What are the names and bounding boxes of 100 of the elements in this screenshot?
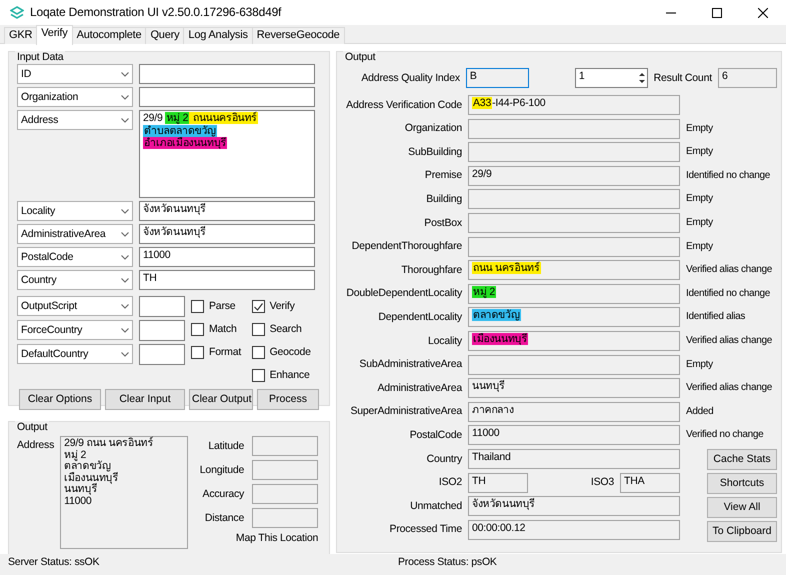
checkbox[interactable] bbox=[191, 346, 204, 359]
field-label: Thoroughfare bbox=[400, 264, 462, 276]
highlighted-text: ตำบลตลาดขวัญ bbox=[143, 124, 218, 137]
status-text: Empty bbox=[686, 216, 714, 229]
spinner-field[interactable]: 1 bbox=[574, 68, 648, 88]
status-text: Identified no change bbox=[686, 170, 772, 182]
dropdown[interactable]: ID bbox=[17, 64, 133, 84]
side-button[interactable]: Cache Stats bbox=[707, 448, 777, 470]
field-label: Premise bbox=[424, 169, 462, 182]
field-label: Result Count bbox=[654, 72, 712, 84]
field-label: Unmatched bbox=[409, 500, 462, 512]
action-button[interactable]: Clear Input bbox=[105, 389, 185, 410]
tab[interactable]: GKR bbox=[4, 27, 38, 44]
text-field[interactable] bbox=[139, 64, 315, 84]
status-text: Empty bbox=[686, 122, 714, 135]
field-label: Processed Time bbox=[388, 523, 462, 536]
highlighted-text: หมู่ 2 bbox=[472, 286, 496, 298]
chevron-down-icon bbox=[121, 208, 129, 214]
field-text: -I44-P6-100 bbox=[492, 97, 546, 109]
side-button[interactable]: View All bbox=[707, 496, 777, 518]
maximize-icon bbox=[712, 8, 722, 18]
text-field[interactable]: จังหวัดนนทบุรี bbox=[139, 201, 315, 221]
field-text: จังหวัดนนทบุรี bbox=[472, 498, 536, 510]
checkbox[interactable] bbox=[252, 369, 265, 382]
dropdown[interactable]: ForceCountry bbox=[17, 320, 133, 340]
field-label: DoubleDependentLocality bbox=[345, 287, 462, 300]
output-address: 29/9 ถนน นครอินทร์ หมู่ 2 ตลาดขวัญ เมืองนนทบุรี นนทบุรี 11000 bbox=[60, 436, 188, 549]
highlighted-text: ถนนนครอินทร์ bbox=[189, 112, 258, 124]
group-title: Output bbox=[15, 421, 50, 434]
chevron-down-icon bbox=[121, 304, 129, 308]
checkbox-label: Parse bbox=[209, 300, 236, 313]
field-label: PostBox bbox=[423, 216, 462, 230]
checkbox[interactable] bbox=[191, 323, 204, 336]
map-link[interactable]: Map This Location bbox=[236, 532, 318, 545]
dropdown[interactable]: OutputScript bbox=[17, 296, 133, 316]
checkbox[interactable] bbox=[252, 300, 265, 313]
chevron-down-icon bbox=[121, 118, 129, 122]
action-button[interactable]: Process bbox=[257, 389, 319, 410]
status-text: Empty bbox=[686, 146, 714, 158]
checkbox[interactable] bbox=[191, 300, 204, 313]
dropdown[interactable]: Address bbox=[17, 110, 133, 130]
dropdown[interactable]: AdministrativeArea bbox=[17, 224, 133, 244]
action-button[interactable]: Clear Options bbox=[19, 389, 101, 410]
status-text: Verified alias change bbox=[686, 382, 773, 394]
process-status: Process Status: psOK bbox=[398, 556, 497, 568]
chevron-down-icon bbox=[121, 352, 129, 356]
text-field[interactable]: TH bbox=[139, 270, 315, 290]
checkbox-label: Format bbox=[209, 346, 242, 359]
highlighted-text: ถนน นครอินทร์ bbox=[472, 262, 541, 274]
output-field: B bbox=[466, 68, 529, 88]
action-button[interactable]: Clear Output bbox=[189, 389, 253, 410]
field-label: Organization bbox=[404, 122, 462, 135]
tab[interactable]: ReverseGeocode bbox=[252, 27, 345, 44]
output-field bbox=[252, 460, 318, 480]
highlighted-text: ตลาดขวัญ bbox=[472, 309, 521, 322]
group-title: Input Data bbox=[15, 51, 66, 64]
tab[interactable]: Query bbox=[145, 27, 184, 44]
dropdown[interactable]: PostalCode bbox=[17, 247, 133, 267]
status-text: Identified no change bbox=[686, 288, 772, 300]
text-field[interactable] bbox=[139, 87, 315, 107]
dropdown[interactable]: Locality bbox=[17, 201, 133, 221]
field-label: Address Quality Index bbox=[360, 72, 460, 84]
status-text: Empty bbox=[686, 358, 714, 371]
tab[interactable]: Log Analysis bbox=[183, 27, 253, 44]
side-button[interactable]: Shortcuts bbox=[707, 472, 777, 494]
checkbox[interactable] bbox=[252, 323, 265, 336]
field-label: DependentLocality bbox=[377, 311, 462, 324]
output-field bbox=[252, 436, 318, 456]
field-text: 00:00:00.12 bbox=[472, 522, 526, 534]
field-label: SubBuilding bbox=[407, 146, 462, 158]
chevron-down-icon bbox=[121, 254, 129, 260]
text-field[interactable]: จังหวัดนนทบุรี bbox=[139, 224, 315, 244]
address-input[interactable]: 29/9 หมู่ 2 ถนนนครอินทร์ ตำบลตลาดขวัญ อำเภอเมืองนนทบุรี bbox=[139, 110, 315, 198]
status-text: Empty bbox=[686, 193, 714, 206]
text-field[interactable] bbox=[139, 344, 185, 365]
text-field[interactable] bbox=[139, 320, 185, 341]
field-label: Locality bbox=[426, 334, 462, 348]
dropdown[interactable]: DefaultCountry bbox=[17, 344, 133, 364]
checkbox[interactable] bbox=[252, 346, 265, 359]
field-label: Building bbox=[425, 193, 462, 206]
status-text: Verified alias change bbox=[686, 334, 773, 347]
tab[interactable]: Verify bbox=[36, 25, 73, 45]
status-text: Identified alias bbox=[686, 311, 746, 324]
field-label: ISO2 bbox=[438, 476, 462, 489]
chevron-down-icon bbox=[121, 232, 129, 236]
dropdown[interactable]: Country bbox=[17, 270, 133, 290]
check-icon bbox=[254, 302, 263, 310]
text-field[interactable]: 11000 bbox=[139, 247, 315, 267]
text-field[interactable] bbox=[139, 296, 185, 317]
field-label: ISO3 bbox=[590, 476, 614, 489]
chevron-down-icon bbox=[121, 278, 129, 282]
field-label: Latitude bbox=[208, 440, 244, 452]
status-text: Verified alias change bbox=[686, 264, 773, 276]
dropdown[interactable]: Organization bbox=[17, 87, 133, 107]
output-field bbox=[252, 484, 318, 504]
field-label: Longitude bbox=[200, 464, 244, 476]
field-label: SubAdministrativeArea bbox=[358, 358, 462, 371]
output-field bbox=[252, 508, 318, 528]
tab[interactable]: Autocomplete bbox=[72, 27, 146, 44]
side-button[interactable]: To Clipboard bbox=[707, 520, 777, 542]
